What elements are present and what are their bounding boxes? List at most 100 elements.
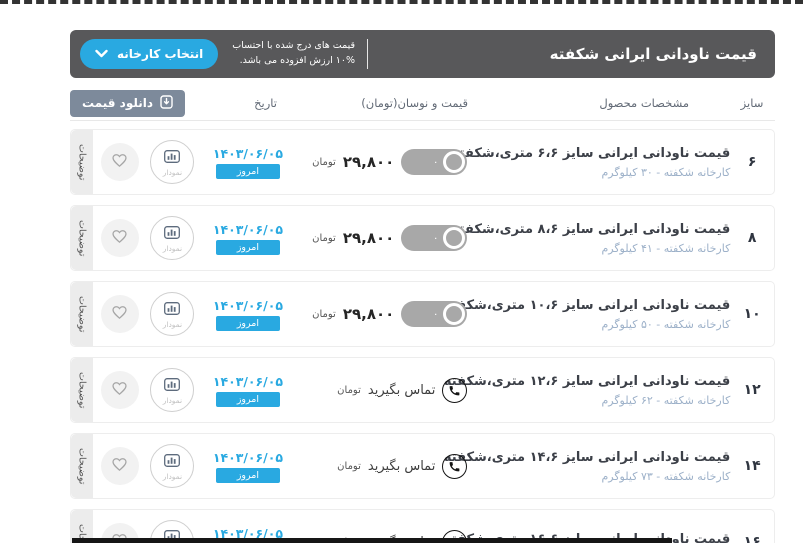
price-amount: ۲۹,۸۰۰	[343, 305, 394, 323]
today-badge: امروز	[216, 392, 280, 407]
chart-bars-icon	[164, 376, 180, 395]
price-amount-group: ۲۹,۸۰۰ ۰	[343, 301, 467, 327]
price-date: ۱۴۰۳/۰۶/۰۵	[213, 298, 283, 313]
favorite-cell	[95, 371, 145, 409]
col-header-product: مشخصات محصول	[474, 96, 729, 110]
size-value: ۱۲	[730, 382, 774, 398]
heart-icon	[111, 457, 128, 476]
chart-cell: نمودار	[145, 368, 201, 412]
phone-icon[interactable]	[442, 454, 467, 479]
chart-label: نمودار	[163, 396, 182, 405]
chart-button[interactable]: نمودار	[150, 444, 194, 488]
product-factory-weight: کارخانه شکفته - ۶۲ کیلوگرم	[477, 394, 730, 407]
call-us-label[interactable]: تماس بگیرید	[368, 383, 435, 398]
product-title-link[interactable]: قیمت ناودانی ایرانی سایز ۱۰،۶ متری،شکفته	[477, 298, 730, 313]
price-amount-group: ۲۹,۸۰۰ ۰	[343, 149, 467, 175]
chart-button[interactable]: نمودار	[150, 216, 194, 260]
product-cell: قیمت ناودانی ایرانی سایز ۸،۶ متری،شکفته …	[477, 222, 730, 255]
details-tab[interactable]: توضیحات	[71, 206, 93, 270]
heart-icon	[111, 153, 128, 172]
vat-note: قیمت های درج شده با احتساب ۱۰% ارزش افزو…	[232, 39, 355, 68]
chart-button[interactable]: نمودار	[150, 140, 194, 184]
details-tab[interactable]: توضیحات	[71, 282, 93, 346]
today-badge: امروز	[216, 316, 280, 331]
chevron-down-icon	[95, 47, 108, 61]
table-header-row: سایز مشخصات محصول قیمت و نوسان(تومان) تا…	[70, 90, 775, 116]
today-badge: امروز	[216, 468, 280, 483]
favorite-cell	[95, 143, 145, 181]
price-date: ۱۴۰۳/۰۶/۰۵	[213, 374, 283, 389]
product-title-link[interactable]: قیمت ناودانی ایرانی سایز ۱۴،۶ متری،شکفته	[477, 450, 730, 465]
price-list-page: قیمت ناودانی ایرانی شکفته قیمت های درج ش…	[0, 0, 803, 543]
favorite-button[interactable]	[101, 447, 139, 485]
details-tab[interactable]: توضیحات	[71, 358, 93, 422]
select-factory-label: انتخاب کارخانه	[117, 47, 203, 61]
chart-label: نمودار	[163, 472, 182, 481]
call-us-label[interactable]: تماس بگیرید	[368, 459, 435, 474]
favorite-button[interactable]	[101, 143, 139, 181]
heart-icon	[111, 229, 128, 248]
chart-cell: نمودار	[145, 292, 201, 336]
date-cell: ۱۴۰۳/۰۶/۰۵ امروز	[200, 146, 295, 179]
product-factory-weight: کارخانه شکفته - ۷۳ کیلوگرم	[477, 470, 730, 483]
content-wrap: قیمت ناودانی ایرانی شکفته قیمت های درج ش…	[70, 0, 775, 543]
details-tab[interactable]: توضیحات	[71, 130, 93, 194]
price-date: ۱۴۰۳/۰۶/۰۵	[213, 146, 283, 161]
product-factory-weight: کارخانه شکفته - ۴۱ کیلوگرم	[477, 242, 730, 255]
currency-label: تومان	[312, 233, 336, 244]
toggle-knob-icon	[443, 227, 465, 249]
favorite-button[interactable]	[101, 295, 139, 333]
today-badge: امروز	[216, 164, 280, 179]
phone-icon[interactable]	[442, 378, 467, 403]
product-title-link[interactable]: قیمت ناودانی ایرانی سایز ۱۲،۶ متری،شکفته	[477, 374, 730, 389]
product-cell: قیمت ناودانی ایرانی سایز ۱۰،۶ متری،شکفته…	[477, 298, 730, 331]
size-value: ۶	[730, 154, 774, 170]
price-change-value: ۰	[433, 309, 438, 320]
favorite-cell	[95, 447, 145, 485]
chart-button[interactable]: نمودار	[150, 292, 194, 336]
size-value: ۸	[730, 230, 774, 246]
header-rule	[70, 120, 775, 121]
date-cell: ۱۴۰۳/۰۶/۰۵ امروز	[200, 298, 295, 331]
product-cell: قیمت ناودانی ایرانی سایز ۱۴،۶ متری،شکفته…	[477, 450, 730, 483]
chart-bars-icon	[164, 148, 180, 167]
col-header-price: قیمت و نوسان(تومان)	[289, 96, 474, 110]
price-change-value: ۰	[433, 157, 438, 168]
details-tab[interactable]: توضیحات	[71, 434, 93, 498]
product-title-link[interactable]: قیمت ناودانی ایرانی سایز ۶،۶ متری،شکفته	[477, 146, 730, 161]
price-date: ۱۴۰۳/۰۶/۰۵	[213, 450, 283, 465]
favorite-button[interactable]	[101, 371, 139, 409]
price-change-value: ۰	[433, 233, 438, 244]
price-amount-group: ۲۹,۸۰۰ ۰	[343, 225, 467, 251]
favorite-cell	[95, 295, 145, 333]
download-price-label: دانلود قیمت	[82, 96, 153, 110]
header-divider	[367, 39, 368, 69]
favorite-cell	[95, 219, 145, 257]
table-row: ۶ قیمت ناودانی ایرانی سایز ۶،۶ متری،شکفت…	[70, 129, 775, 195]
price-cell: تومان ۲۹,۸۰۰ ۰ تماس بگیرید	[296, 149, 478, 175]
col-header-size: سایز	[729, 96, 775, 110]
product-title-link[interactable]: قیمت ناودانی ایرانی سایز ۸،۶ متری،شکفته	[477, 222, 730, 237]
col-header-date: تاریخ	[191, 96, 289, 110]
currency-label: تومان	[337, 461, 361, 472]
favorite-button[interactable]	[101, 219, 139, 257]
select-factory-button[interactable]: انتخاب کارخانه	[80, 39, 218, 69]
download-price-button[interactable]: دانلود قیمت	[70, 90, 185, 117]
chart-bars-icon	[164, 224, 180, 243]
section-header: قیمت ناودانی ایرانی شکفته قیمت های درج ش…	[70, 30, 775, 78]
price-contact-group: تماس بگیرید	[368, 378, 467, 403]
price-change-toggle: ۰	[401, 225, 467, 251]
vat-note-line2: ۱۰% ارزش افزوده می باشد.	[232, 54, 355, 69]
chart-cell: نمودار	[145, 216, 201, 260]
product-cell: قیمت ناودانی ایرانی سایز ۶،۶ متری،شکفته …	[477, 146, 730, 179]
price-amount: ۲۹,۸۰۰	[343, 229, 394, 247]
chart-cell: نمودار	[145, 140, 201, 184]
date-cell: ۱۴۰۳/۰۶/۰۵ امروز	[200, 222, 295, 255]
product-cell: قیمت ناودانی ایرانی سایز ۱۲،۶ متری،شکفته…	[477, 374, 730, 407]
chart-label: نمودار	[163, 168, 182, 177]
date-cell: ۱۴۰۳/۰۶/۰۵ امروز	[200, 374, 295, 407]
chart-button[interactable]: نمودار	[150, 368, 194, 412]
heart-icon	[111, 305, 128, 324]
price-cell: تومان تماس بگیرید	[296, 378, 478, 403]
chart-bars-icon	[164, 300, 180, 319]
